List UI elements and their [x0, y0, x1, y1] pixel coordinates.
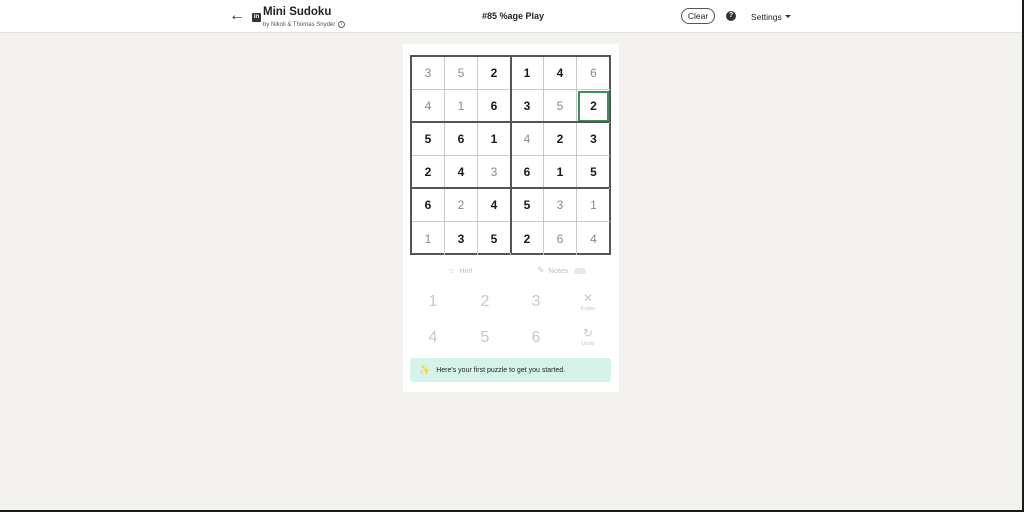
settings-menu[interactable]: Settings — [751, 12, 782, 22]
game-id-label: #85 %age Play — [482, 11, 545, 21]
sudoku-cell[interactable]: 5 — [445, 57, 478, 90]
box-divider-horizontal — [412, 187, 609, 189]
sudoku-cell[interactable]: 6 — [412, 189, 445, 222]
sudoku-cell[interactable]: 2 — [544, 123, 577, 156]
sudoku-cell[interactable]: 3 — [478, 156, 511, 189]
number-key-1[interactable]: 1 — [418, 290, 448, 314]
magic-wand-icon: ✨ — [419, 364, 431, 375]
sudoku-cell[interactable]: 4 — [511, 123, 544, 156]
box-divider-horizontal — [412, 121, 609, 123]
top-bar: ← in Mini Sudoku by Nikoli & Thomas Snyd… — [0, 0, 1024, 33]
chevron-down-icon[interactable] — [785, 15, 791, 18]
sudoku-cell[interactable]: 3 — [445, 222, 478, 255]
help-icon[interactable]: ? — [726, 11, 736, 21]
undo-button[interactable]: ↻ Undo — [573, 322, 603, 352]
number-key-5[interactable]: 5 — [470, 326, 500, 350]
notes-toggle[interactable]: ✎ Notes — [537, 265, 587, 276]
sudoku-cell[interactable]: 6 — [445, 123, 478, 156]
sudoku-cell[interactable]: 2 — [412, 156, 445, 189]
sudoku-cell[interactable]: 1 — [544, 156, 577, 189]
sudoku-cell[interactable]: 4 — [412, 90, 445, 123]
sudoku-cell[interactable]: 4 — [577, 222, 610, 255]
erase-button[interactable]: ✕ Erase — [573, 287, 603, 317]
byline-text: by Nikoli & Thomas Snyder — [263, 21, 336, 28]
sudoku-cell[interactable]: 5 — [511, 189, 544, 222]
sudoku-cell[interactable]: 2 — [478, 57, 511, 90]
number-key-4[interactable]: 4 — [418, 326, 448, 350]
sudoku-cell[interactable]: 4 — [478, 189, 511, 222]
number-key-2[interactable]: 2 — [470, 290, 500, 314]
undo-label: Undo — [581, 341, 595, 347]
sudoku-cell[interactable]: 3 — [412, 57, 445, 90]
sudoku-cell[interactable]: 3 — [544, 189, 577, 222]
sudoku-cell[interactable]: 1 — [412, 222, 445, 255]
number-key-6[interactable]: 6 — [521, 326, 551, 350]
sudoku-cell[interactable]: 6 — [478, 90, 511, 123]
game-title: Mini Sudoku — [263, 6, 332, 18]
info-banner: ✨ Here's your first puzzle to get you st… — [410, 358, 611, 382]
hint-button[interactable]: ☼ Hint — [447, 265, 473, 275]
hint-label: Hint — [459, 265, 473, 275]
undo-icon: ↻ — [582, 326, 594, 340]
sudoku-cell[interactable]: 5 — [478, 222, 511, 255]
sudoku-cell[interactable]: 6 — [544, 222, 577, 255]
pencil-icon: ✎ — [537, 265, 545, 275]
arrow-left-icon: ← — [229, 7, 245, 24]
sudoku-cell[interactable]: 1 — [478, 123, 511, 156]
sudoku-cell[interactable]: 6 — [577, 57, 610, 90]
box-divider-vertical — [510, 57, 512, 253]
sudoku-cell[interactable]: 6 — [511, 156, 544, 189]
info-icon[interactable]: i — [338, 21, 346, 28]
sudoku-cell[interactable]: 2 — [445, 189, 478, 222]
clear-button[interactable]: Clear — [681, 8, 715, 24]
sudoku-cell[interactable]: 3 — [577, 123, 610, 156]
notes-switch[interactable] — [574, 267, 587, 274]
sudoku-cell[interactable]: 5 — [544, 90, 577, 123]
sudoku-cell[interactable]: 4 — [544, 57, 577, 90]
sudoku-board: 462531135426516342324165253614641253 — [410, 55, 611, 255]
lightbulb-icon: ☼ — [447, 265, 456, 275]
back-button[interactable]: ← — [228, 7, 246, 25]
sudoku-cell[interactable]: 5 — [577, 156, 610, 189]
sudoku-cell[interactable]: 4 — [445, 156, 478, 189]
notes-label: Notes — [548, 266, 569, 275]
sudoku-cell[interactable]: 5 — [412, 123, 445, 156]
sudoku-cell[interactable]: 1 — [577, 189, 610, 222]
sudoku-cell[interactable]: 1 — [511, 57, 544, 90]
sudoku-cell[interactable]: 2 — [511, 222, 544, 255]
sudoku-cell[interactable]: 3 — [511, 90, 544, 123]
sudoku-cell-selected[interactable]: 2 — [577, 90, 610, 123]
erase-label: Erase — [580, 306, 596, 312]
banner-message: Here's your first puzzle to get you star… — [436, 366, 566, 374]
linkedin-icon: in — [252, 13, 261, 22]
sudoku-cell[interactable]: 1 — [445, 90, 478, 123]
game-byline: by Nikoli & Thomas Snyder i — [263, 21, 346, 28]
close-icon: ✕ — [582, 291, 594, 305]
number-key-3[interactable]: 3 — [521, 290, 551, 314]
